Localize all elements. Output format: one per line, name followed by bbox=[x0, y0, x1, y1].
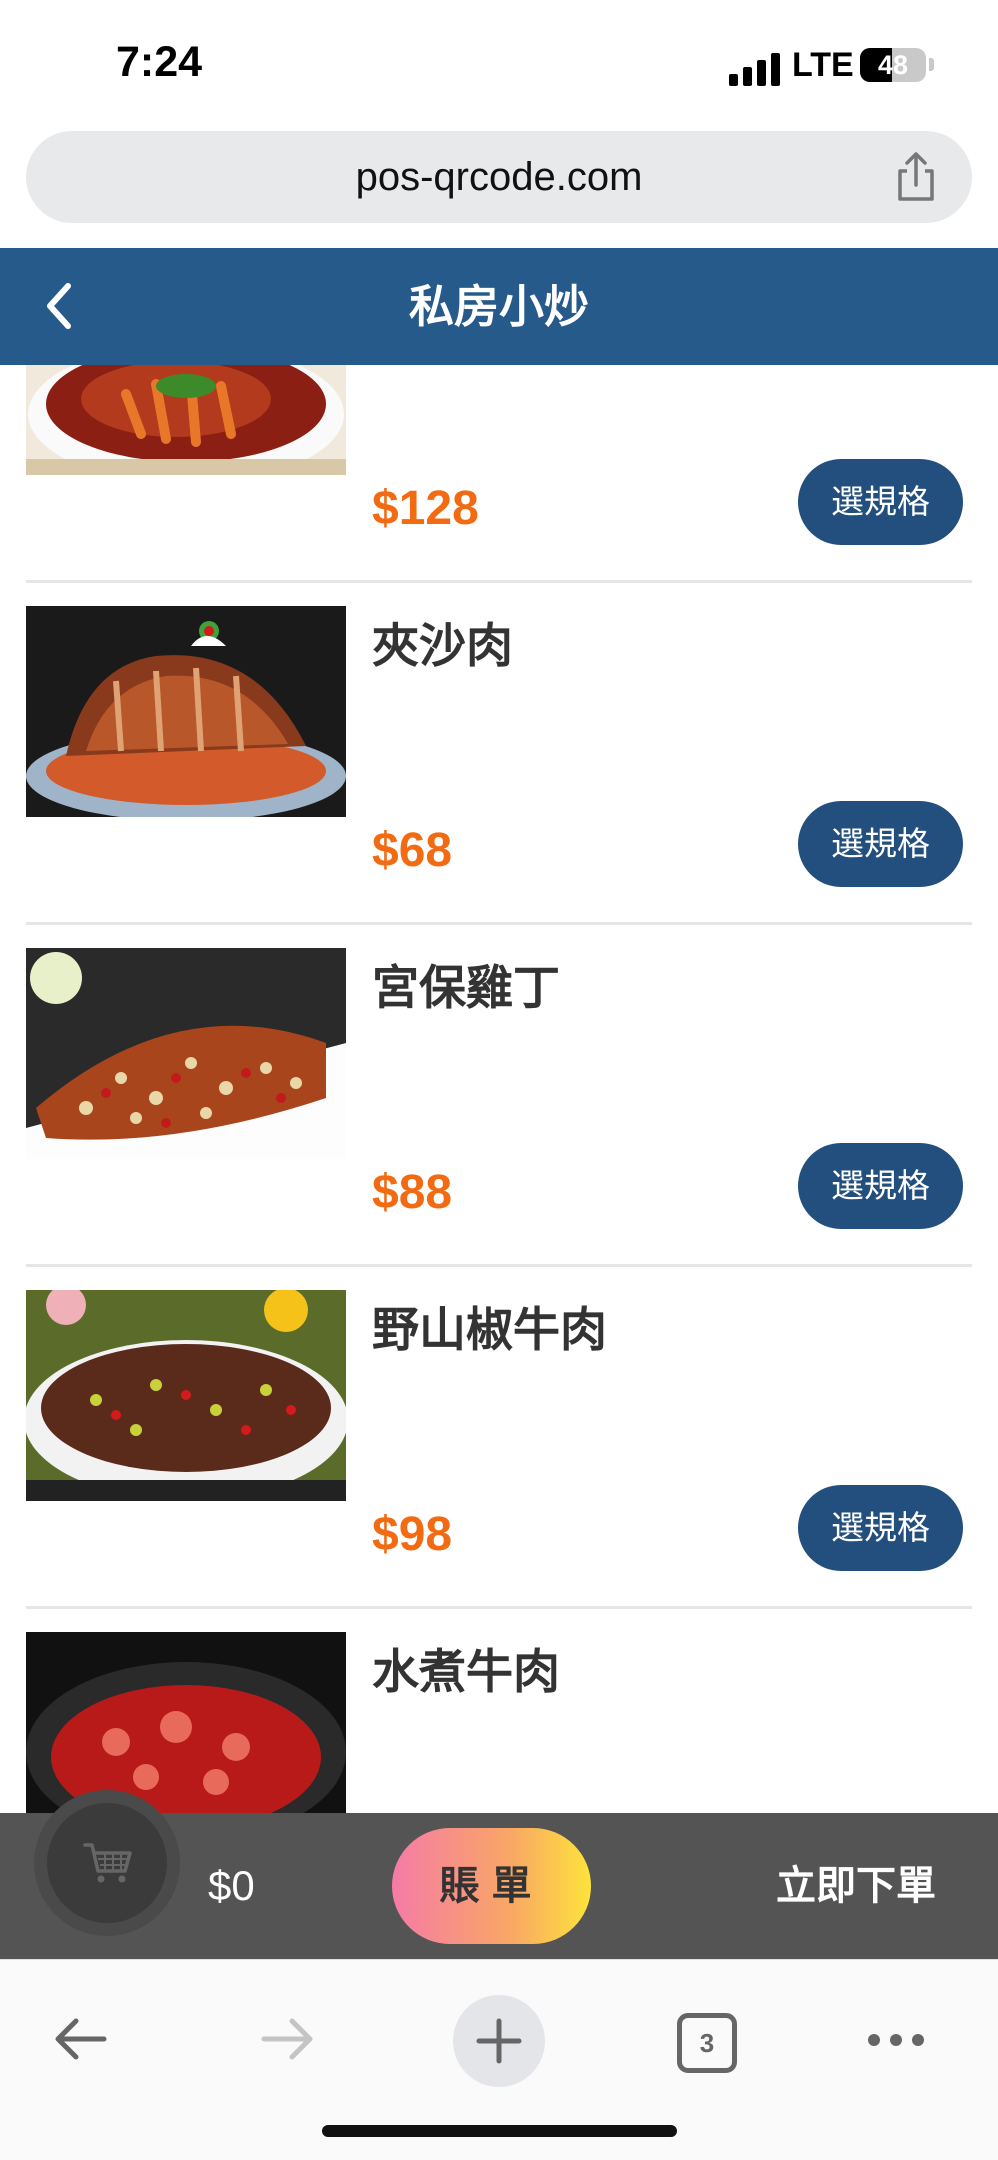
dish-price: $98 bbox=[372, 1508, 453, 1561]
browser-toolbar: 3 bbox=[0, 1959, 998, 2160]
menu-list[interactable]: $128 選規格 夾沙肉 $68 選規格 宮保雞丁 $88 選規格 野山椒牛肉 … bbox=[0, 365, 998, 1813]
menu-item[interactable]: 水煮牛肉 bbox=[0, 1609, 998, 1813]
status-bar: 7:24 LTE 48 bbox=[0, 0, 998, 128]
page-title: 私房小炒 bbox=[408, 280, 589, 333]
url-text[interactable]: pos-qrcode.com bbox=[26, 131, 972, 223]
dish-image bbox=[26, 1290, 346, 1501]
dish-image bbox=[26, 948, 346, 1159]
tabs-icon[interactable]: 3 bbox=[677, 2013, 737, 2073]
dish-name: 夾沙肉 bbox=[372, 619, 513, 674]
new-tab-button[interactable] bbox=[453, 1995, 545, 2087]
chevron-left-icon[interactable] bbox=[36, 280, 84, 332]
status-time: 7:24 bbox=[116, 38, 203, 86]
order-now-button[interactable]: 立即下單 bbox=[776, 1813, 936, 1959]
battery-nub bbox=[929, 58, 934, 71]
dish-image bbox=[26, 1632, 346, 1813]
bill-button[interactable]: 賬單 bbox=[392, 1828, 591, 1944]
menu-item[interactable]: 宮保雞丁 $88 選規格 bbox=[0, 925, 998, 1267]
shopping-cart-icon[interactable] bbox=[83, 1841, 133, 1885]
url-bar[interactable]: pos-qrcode.com bbox=[26, 131, 972, 223]
cart-button[interactable] bbox=[34, 1790, 180, 1936]
cart-inner bbox=[47, 1803, 167, 1923]
dish-image bbox=[26, 365, 346, 475]
signal-icon bbox=[729, 52, 781, 86]
dish-price: $68 bbox=[372, 824, 453, 877]
cart-total: $0 bbox=[208, 1862, 255, 1909]
select-spec-button[interactable]: 選規格 bbox=[798, 1485, 963, 1571]
dish-name: 水煮牛肉 bbox=[372, 1645, 560, 1700]
select-spec-button[interactable]: 選規格 bbox=[798, 1143, 963, 1229]
app-header: 私房小炒 bbox=[0, 248, 998, 365]
dish-price: $88 bbox=[372, 1166, 453, 1219]
battery-level: 48 bbox=[877, 50, 909, 80]
home-indicator[interactable] bbox=[322, 2125, 677, 2137]
network-type: LTE bbox=[792, 46, 854, 84]
menu-item[interactable]: 夾沙肉 $68 選規格 bbox=[0, 583, 998, 925]
dish-name: 宮保雞丁 bbox=[372, 961, 560, 1016]
more-icon[interactable] bbox=[866, 2030, 926, 2050]
forward-arrow-icon[interactable] bbox=[258, 2014, 318, 2064]
battery-icon: 48 bbox=[860, 48, 926, 82]
dish-price: $128 bbox=[372, 482, 479, 535]
select-spec-button[interactable]: 選規格 bbox=[798, 459, 963, 545]
share-icon[interactable] bbox=[890, 151, 942, 203]
dish-image bbox=[26, 606, 346, 817]
plus-icon bbox=[476, 2018, 522, 2064]
dish-name: 野山椒牛肉 bbox=[372, 1303, 607, 1358]
menu-item[interactable]: 野山椒牛肉 $98 選規格 bbox=[0, 1267, 998, 1609]
select-spec-button[interactable]: 選規格 bbox=[798, 801, 963, 887]
back-arrow-icon[interactable] bbox=[50, 2014, 110, 2064]
menu-item[interactable]: $128 選規格 bbox=[0, 365, 998, 583]
order-bar: $0 賬單 立即下單 bbox=[0, 1790, 998, 1959]
